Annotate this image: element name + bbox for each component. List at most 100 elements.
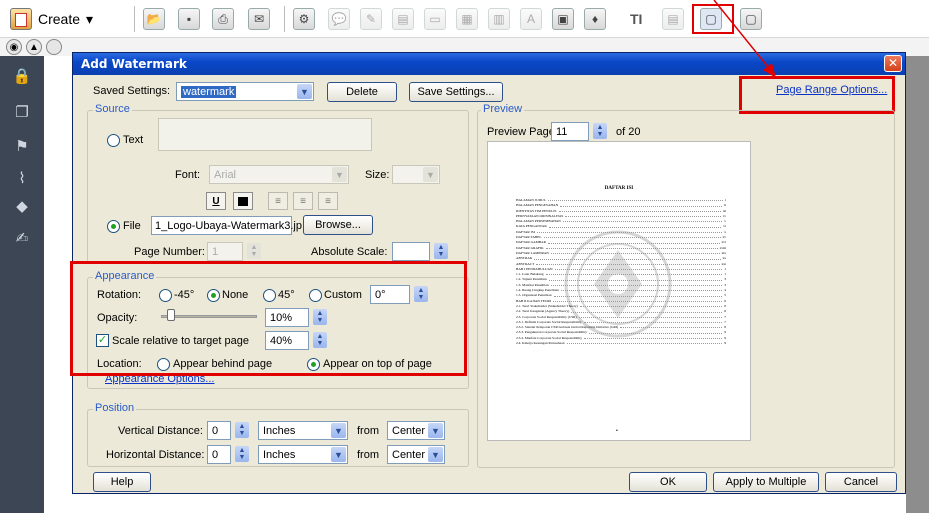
close-icon[interactable]: ✕ (884, 55, 902, 72)
horizontal-distance-label: Horizontal Distance: (106, 449, 205, 461)
up-arrow-icon[interactable]: ▲ (26, 39, 42, 55)
toolbar-annotation-box (692, 4, 734, 34)
font-value: Arial (214, 168, 237, 181)
forms-icon[interactable]: ▤ (662, 8, 684, 30)
layers-icon[interactable]: ◆ (12, 196, 32, 216)
vertical-unit-value: Inches (263, 424, 296, 437)
font-label: Font: (175, 169, 201, 181)
horizontal-from-value: Center (392, 448, 426, 461)
page-number-label: Page Number: (134, 246, 205, 258)
preview-page-number-dot: • (616, 428, 618, 434)
comment-icon[interactable]: 💬 (328, 8, 350, 30)
vertical-from-value: Center (392, 424, 426, 437)
toolbar-separator (284, 6, 285, 32)
toc-leader-dots (553, 299, 723, 302)
toc-entry-title: 2.4. Kinerja Keuangan Perusahaan (516, 341, 565, 346)
email-icon[interactable]: ✉ (248, 8, 270, 30)
toc-leader-dots (548, 277, 723, 281)
font-dropdown[interactable]: Arial ▼ (209, 165, 349, 184)
delete-button[interactable]: Delete (327, 82, 397, 102)
ok-button[interactable]: OK (629, 472, 707, 492)
help-button[interactable]: Help (93, 472, 151, 492)
preview-page-spin-icon[interactable]: ▲ ▼ (593, 123, 607, 139)
cancel-button[interactable]: Cancel (825, 472, 897, 492)
navigation-pane: 🔒 ❐ ⚑ ⌇ ◆ ✍ (0, 56, 44, 513)
apply-to-multiple-button[interactable]: Apply to Multiple (713, 472, 819, 492)
page-insert-icon[interactable]: ▥ (488, 8, 510, 30)
page-extract-icon[interactable]: ▦ (456, 8, 478, 30)
toc-leader-dots (620, 325, 723, 329)
nav-button-icon[interactable] (46, 39, 62, 55)
dialog-titlebar[interactable]: Add Watermark ✕ (73, 53, 905, 75)
preview-table-of-contents: HALAMAN JUDUL i HALAMAN PENGESAHAN ii IDENTI… (516, 198, 726, 346)
absolute-scale-spin-icon[interactable]: ▲ ▼ (434, 243, 448, 259)
highlighter-icon[interactable]: ♦ (584, 8, 606, 30)
document-background (906, 56, 929, 513)
image-icon[interactable]: ▣ (552, 8, 574, 30)
absolute-scale-stepper[interactable] (392, 242, 430, 261)
size-dropdown[interactable]: ▼ (392, 165, 440, 184)
app-toolbar: Create ▾ 📂 ▪ ⎙ ✉ ⚙ 💬 ✎ ▤ ▭ ▦ ▥ A ▣ ♦ TI … (0, 0, 929, 38)
toolbar-separator (134, 6, 135, 32)
toc-leader-dots (571, 309, 723, 313)
align-center-icon[interactable]: ≡ (293, 192, 313, 210)
toc-leader-dots (550, 283, 723, 287)
browse-button[interactable]: Browse... (303, 215, 373, 235)
horizontal-distance-spin-icon[interactable]: ▲ ▼ (235, 446, 249, 462)
toc-leader-dots (583, 320, 723, 324)
save-icon[interactable]: ▪ (178, 8, 200, 30)
chevron-down-icon: ▼ (297, 84, 312, 99)
align-right-icon[interactable]: ≡ (318, 192, 338, 210)
vertical-from-dropdown[interactable]: Center ▼ (387, 421, 445, 440)
signature-icon[interactable]: ✍ (12, 228, 32, 248)
toc-leader-dots (553, 293, 723, 297)
text-size-icon[interactable]: A (520, 8, 542, 30)
vertical-unit-dropdown[interactable]: Inches ▼ (258, 421, 348, 440)
saved-settings-dropdown[interactable]: watermark ▼ (176, 82, 314, 101)
toc-leader-dots (554, 267, 723, 271)
home-icon[interactable]: ◉ (6, 39, 22, 55)
lock-icon[interactable]: 🔒 (12, 66, 32, 86)
stamp-icon[interactable]: ▤ (392, 8, 414, 30)
preview-page-value: 11 (556, 125, 568, 138)
underline-button[interactable]: U (206, 192, 226, 210)
print-icon[interactable]: ⎙ (212, 8, 234, 30)
comment-add-icon[interactable]: ✎ (360, 8, 382, 30)
vertical-distance-stepper[interactable]: 0 (207, 421, 231, 440)
page-icon[interactable]: ▭ (424, 8, 446, 30)
horizontal-from-dropdown[interactable]: Center ▼ (387, 445, 445, 464)
bookmark-icon[interactable]: ⚑ (12, 136, 32, 156)
create-pdf-icon (10, 8, 32, 30)
file-source-label: File (123, 220, 141, 232)
align-left-icon[interactable]: ≡ (268, 192, 288, 210)
preview-page-stepper[interactable]: 11 (551, 122, 589, 141)
text-color-button[interactable] (233, 192, 253, 210)
toc-leader-dots (534, 256, 721, 260)
color-swatch-icon (238, 196, 248, 206)
pages-icon[interactable]: ❐ (12, 102, 32, 122)
save-settings-button[interactable]: Save Settings... (409, 82, 503, 102)
source-group-title: Source (93, 103, 132, 115)
watermark-text-area[interactable] (158, 118, 372, 151)
page-number-stepper[interactable]: 1 (207, 242, 243, 261)
settings-gear-icon[interactable]: ⚙ (293, 8, 315, 30)
text-source-radio[interactable] (107, 134, 120, 147)
horizontal-distance-stepper[interactable]: 0 (207, 445, 231, 464)
file-path-value: 1_Logo-Ubaya-Watermark3.jp (155, 219, 302, 232)
file-path-field[interactable]: 1_Logo-Ubaya-Watermark3.jp (151, 216, 302, 235)
appearance-annotation-box (70, 261, 467, 376)
vertical-distance-spin-icon[interactable]: ▲ ▼ (235, 422, 249, 438)
toc-leader-dots (558, 209, 722, 212)
open-folder-icon[interactable]: 📂 (143, 8, 165, 30)
attachment-icon[interactable]: ⌇ (12, 168, 32, 188)
horizontal-unit-dropdown[interactable]: Inches ▼ (258, 445, 348, 464)
file-source-radio[interactable] (107, 220, 120, 233)
size-label: Size: (365, 169, 390, 181)
toc-leader-dots (536, 262, 720, 265)
typewriter-icon[interactable]: TI (630, 11, 642, 27)
position-group-title: Position (93, 402, 137, 414)
chevron-down-icon: ▼ (428, 423, 443, 438)
page-number-spin-icon[interactable]: ▲ ▼ (247, 243, 261, 259)
page-menu-icon[interactable]: ▢ (740, 8, 762, 30)
create-button[interactable]: Create ▾ (10, 6, 93, 32)
